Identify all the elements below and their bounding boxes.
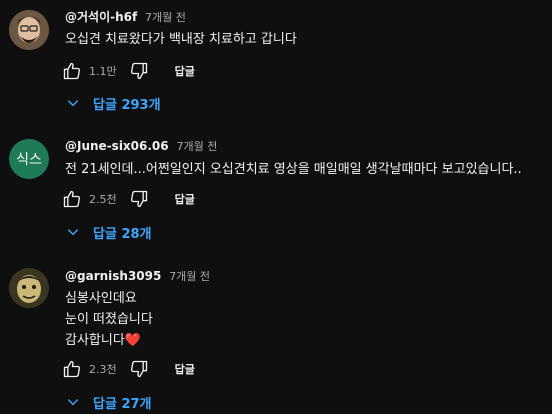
comment-thread-list: @거석이-h6f 7개월 전 오십견 치료왔다가 백내장 치료하고 갑니다 1.… [0,0,552,414]
comment-text-line: 전 21세인데...어쩐일인지 오십견치료 영상을 매일매일 생각날때마다 보고… [65,162,522,177]
comment-text: 심봉사인데요 눈이 떠졌습니다 감사합니다❤️ [65,288,153,351]
replies-count: 답글 27개 [93,396,152,412]
replies-count: 답글 28개 [93,226,152,242]
thumbs-up-icon [63,62,81,80]
author-name[interactable]: @거석이-h6f [65,10,137,24]
like-button[interactable] [60,357,84,381]
comment-time[interactable]: 7개월 전 [176,140,217,153]
comment-text-line: 감사합니다❤️ [65,330,153,351]
comment-header: @거석이-h6f 7개월 전 [65,8,186,25]
thumbs-down-icon [130,190,147,208]
avatar-photo-icon [9,10,49,50]
thumbs-down-icon [130,360,147,378]
comment-text-line: 오십견 치료왔다가 백내장 치료하고 갑니다 [65,32,297,47]
like-button[interactable] [60,59,84,83]
chevron-down-icon [66,392,86,412]
view-replies-button[interactable]: 답글 27개 [66,388,152,414]
comment-time[interactable]: 7개월 전 [169,270,210,283]
author-name[interactable]: @June-six06.06 [65,139,169,153]
reply-button[interactable]: 답글 [175,361,195,377]
chevron-down-icon [66,93,86,113]
like-button[interactable] [60,187,84,211]
comment-text-line: 눈이 떠졌습니다 [65,312,153,327]
comment-actions: 2.3천 답글 [60,357,195,381]
comment-time[interactable]: 7개월 전 [145,11,186,24]
dislike-button[interactable] [127,59,151,83]
thumbs-up-icon [63,360,81,378]
avatar[interactable] [9,10,49,50]
heart-emoji: ❤️ [124,333,141,348]
chevron-down-icon [66,222,86,242]
avatar[interactable]: 식스 [9,139,49,179]
like-count: 1.1만 [89,65,117,78]
dislike-button[interactable] [127,187,151,211]
comment-text-line: 심봉사인데요 [65,291,137,306]
thumbs-up-icon [63,190,81,208]
comment-actions: 2.5천 답글 [60,187,195,211]
reply-button[interactable]: 답글 [175,191,195,207]
avatar-initials: 식스 [16,152,42,168]
author-name[interactable]: @garnish3095 [65,269,161,283]
comment-text: 오십견 치료왔다가 백내장 치료하고 갑니다 [65,29,297,50]
like-count: 2.3천 [89,363,117,376]
comment-actions: 1.1만 답글 [60,59,195,83]
like-count: 2.5천 [89,193,117,206]
comment-text-segment: 감사합니다 [65,333,125,348]
replies-count: 답글 293개 [93,97,161,113]
comment-header: @June-six06.06 7개월 전 [65,138,217,154]
reply-button[interactable]: 답글 [175,63,195,79]
thumbs-down-icon [130,62,147,80]
dislike-button[interactable] [127,357,151,381]
view-replies-button[interactable]: 답글 293개 [66,89,161,117]
view-replies-button[interactable]: 답글 28개 [66,218,152,246]
comment-header: @garnish3095 7개월 전 [65,268,210,284]
comment-text: 전 21세인데...어쩐일인지 오십견치료 영상을 매일매일 생각날때마다 보고… [65,159,522,180]
avatar-photo-icon [9,268,49,308]
avatar[interactable] [9,268,49,308]
